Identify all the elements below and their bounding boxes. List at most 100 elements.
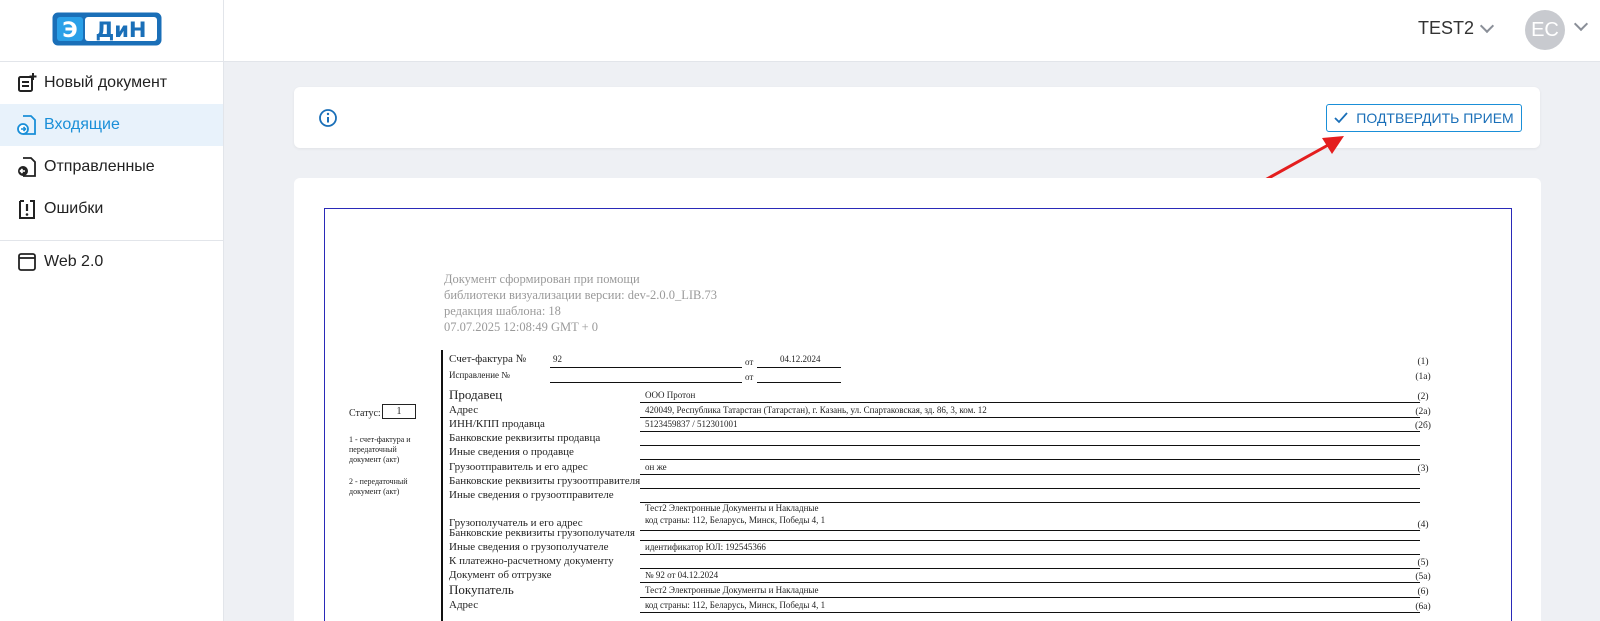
confirm-receipt-button[interactable]: ПОДТВЕРДИТЬ ПРИЕМ (1326, 104, 1522, 132)
row-value: код страны: 112, Беларусь, Минск, Победы… (645, 515, 826, 525)
row-value: Тест2 Электронные Документы и Накладные (645, 585, 819, 595)
row-underline (640, 597, 1420, 598)
sidebar-item-incoming[interactable]: Входящие (0, 104, 223, 146)
row-value: 420049, Республика Татарстан (Татарстан)… (645, 405, 987, 415)
code-label: (1) (1417, 357, 1429, 367)
row-underline (640, 540, 1420, 541)
row-label: Покупатель (449, 582, 514, 597)
invoice-document: Документ сформирован при помощи библиоте… (324, 208, 1512, 621)
row-label: ИНН/КПП продавца (449, 418, 545, 430)
row-value: идентификатор ЮЛ: 192545366 (645, 542, 766, 552)
code-label: (5) (1417, 558, 1429, 568)
row-underline (640, 459, 1420, 460)
invoice-number: 92 (553, 354, 562, 364)
row-value: 5123459837 / 512301001 (645, 419, 738, 429)
row-value: № 92 от 04.12.2024 (645, 570, 719, 580)
row-underline (640, 431, 1420, 432)
row-underline (640, 530, 1420, 531)
code-label: (5а) (1415, 572, 1431, 582)
row-value: он же (645, 462, 667, 472)
sidebar-item-web2[interactable]: Web 2.0 (0, 241, 223, 283)
document-left-bar (441, 350, 443, 621)
from-label: от (745, 372, 754, 382)
status-note: 1 - счет-фактура и передаточный документ… (349, 435, 411, 464)
row-label: Адрес (449, 599, 479, 611)
row-label: Иные сведения о грузоотправителе (449, 489, 614, 501)
code-label: (6а) (1415, 602, 1431, 612)
row-value: Тест2 Электронные Документы и Накладные (645, 503, 819, 513)
row-value: ООО Протон (645, 390, 696, 400)
status-value: 1 (382, 404, 416, 419)
code-label: (2б) (1415, 421, 1431, 431)
code-label: (4) (1417, 520, 1429, 530)
row-value: код страны: 112, Беларусь, Минск, Победы… (645, 600, 826, 610)
row-label: Банковские реквизиты грузоотправителя (449, 475, 641, 487)
row-underline (640, 417, 1420, 418)
row-underline (640, 612, 1420, 613)
account-name: TEST2 (1418, 18, 1475, 38)
document-preview: Документ сформирован при помощи библиоте… (294, 178, 1541, 621)
row-label: Банковские реквизиты грузополучателя (449, 527, 635, 539)
code-label: (3) (1417, 464, 1429, 474)
sidebar-item-errors[interactable]: Ошибки (0, 188, 223, 230)
invoice-date: 04.12.2024 (780, 354, 821, 364)
row-underline (640, 582, 1420, 583)
sidebar-item-new-document[interactable]: Новый документ (0, 62, 223, 104)
svg-text:Э: Э (62, 18, 77, 42)
row-label: Грузоотправитель и его адрес (449, 461, 588, 473)
sidebar-item-label: Web 2.0 (44, 253, 104, 270)
account-switcher[interactable]: TEST2 (1418, 18, 1495, 39)
avatar[interactable]: EC (1525, 10, 1565, 50)
sidebar-item-label: Отправленные (44, 158, 155, 175)
row-label: К платежно-расчетному документу (449, 555, 614, 567)
invoice-label: Счет-фактура № (449, 353, 527, 365)
correction-number-line (550, 382, 742, 383)
sidebar-item-sent[interactable]: Отправленные (0, 146, 223, 188)
row-label: Документ об отгрузке (449, 569, 552, 581)
document-toolbar: ПОДТВЕРДИТЬ ПРИЕМ (294, 87, 1540, 148)
meta-line: редакция шаблона: 18 (444, 304, 561, 318)
meta-line: библиотеки визуализации версии: dev-2.0.… (444, 288, 717, 302)
document-meta: Документ сформирован при помощи библиоте… (444, 271, 717, 335)
row-underline (640, 568, 1420, 569)
confirm-receipt-label: ПОДТВЕРДИТЬ ПРИЕМ (1356, 110, 1514, 126)
sidebar-item-label: Ошибки (44, 200, 104, 217)
new-document-icon (18, 73, 37, 92)
status-note: 2 - передаточный документ (акт) (349, 477, 408, 496)
window-icon (18, 253, 36, 271)
top-header: Э ДиН TEST2 EC (0, 0, 1600, 62)
row-label: Иные сведения о грузополучателе (449, 541, 609, 553)
sent-icon (18, 157, 36, 177)
sidebar-item-label: Входящие (44, 116, 120, 133)
row-underline (640, 445, 1420, 446)
chevron-down-icon (1479, 18, 1495, 34)
row-label: Продавец (449, 387, 503, 402)
row-label: Адрес (449, 404, 479, 416)
row-underline (640, 488, 1420, 489)
code-label: (1а) (1415, 372, 1431, 382)
chevron-down-icon[interactable] (1573, 16, 1589, 32)
status-label: Статус: (349, 408, 381, 419)
errors-icon (19, 200, 35, 219)
edin-logo[interactable]: Э ДиН (52, 12, 162, 46)
invoice-date-line (757, 367, 841, 368)
invoice-number-line (550, 367, 742, 368)
logo-area: Э ДиН (0, 0, 224, 62)
code-label: (6) (1417, 587, 1429, 597)
meta-line: 07.07.2025 12:08:49 GMT + 0 (444, 320, 599, 334)
correction-date-line (757, 382, 841, 383)
correction-label: Исправление № (449, 370, 510, 380)
info-icon[interactable] (318, 108, 338, 128)
incoming-icon (17, 115, 36, 135)
row-label: Банковские реквизиты продавца (449, 432, 601, 444)
svg-text:ДиН: ДиН (96, 18, 147, 42)
checkmark-icon (1334, 112, 1348, 124)
code-label: (2а) (1415, 407, 1431, 417)
code-label: (2) (1417, 392, 1429, 402)
row-underline (640, 474, 1420, 475)
row-underline (640, 402, 1420, 403)
sidebar: Новый документ Входящие Отправленные Оши… (0, 62, 224, 621)
row-underline (640, 554, 1420, 555)
row-label: Иные сведения о продавце (449, 446, 574, 458)
from-label: от (745, 357, 754, 367)
